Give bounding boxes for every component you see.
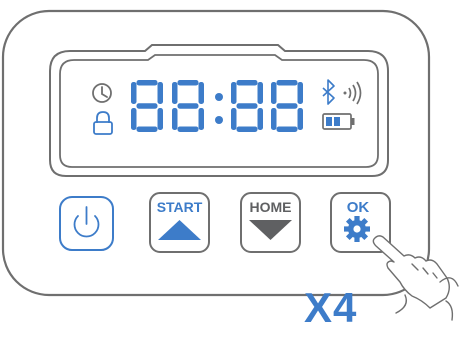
digit-segment [136,80,158,86]
digit-segment [271,108,277,130]
digit-segment [257,108,263,130]
digit-segment [177,103,199,109]
digit-segment [131,82,137,104]
digit-segment [198,108,204,130]
ok-button-label: OK [347,199,370,216]
digit-segment [276,80,298,86]
start-button[interactable]: START [149,192,210,253]
device-illustration: START HOME OK X4 [0,0,465,341]
digit-segment [276,126,298,132]
start-button-label: START [157,199,203,215]
digit-segment [172,82,178,104]
display-bezel [49,44,389,177]
digit-segment [257,82,263,104]
home-button-label: HOME [250,199,292,215]
digit-segment [177,80,199,86]
digit-segment [297,108,303,130]
digit-segment [198,82,204,104]
digit-segment [231,82,237,104]
digit-segment [157,82,163,104]
digit-segment [157,108,163,130]
digit-segment [172,108,178,130]
digit-segment [136,126,158,132]
digit-segment [236,126,258,132]
home-button[interactable]: HOME [240,192,301,253]
digit-segment [177,126,199,132]
press-count-label: X4 [304,284,358,331]
power-button[interactable] [59,196,114,251]
gear-icon [344,216,370,242]
digit-segment [236,103,258,109]
digit-segment [136,103,158,109]
digit-segment [271,82,277,104]
digit-segment [231,108,237,130]
colon-dot [215,93,223,101]
colon-dot [215,116,223,124]
digit-segment [297,82,303,104]
digit-segment [131,108,137,130]
digit-segment [236,80,258,86]
digit-segment [276,103,298,109]
